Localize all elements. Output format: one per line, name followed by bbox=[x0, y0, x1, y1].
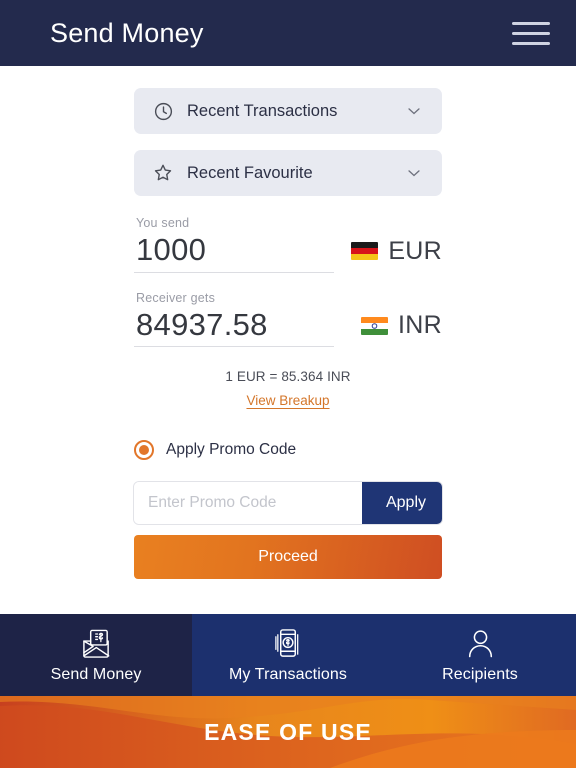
app-screen: Send Money Recent Transactions Recent Fa… bbox=[0, 0, 576, 768]
receive-amount-row: Receiver gets 84937.58 INR bbox=[134, 287, 442, 348]
bottom-navigation: Send Money My Transactions Recipients bbox=[0, 614, 576, 696]
nav-label-send-money: Send Money bbox=[50, 665, 142, 683]
receive-amount-input[interactable] bbox=[134, 304, 336, 345]
send-currency-code: EUR bbox=[388, 236, 442, 265]
nav-label-recipients: Recipients bbox=[442, 665, 518, 683]
banner-text: EASE OF USE bbox=[204, 718, 372, 745]
recent-favourite-label: Recent Favourite bbox=[187, 163, 313, 182]
nav-item-recipients[interactable]: Recipients bbox=[384, 614, 576, 696]
hamburger-menu-icon[interactable] bbox=[512, 19, 550, 47]
send-currency-selector[interactable]: EUR bbox=[351, 237, 442, 273]
receive-amount-underline bbox=[134, 346, 334, 348]
view-breakup-link[interactable]: View Breakup bbox=[246, 393, 329, 408]
nav-item-send-money[interactable]: Send Money bbox=[0, 614, 192, 696]
clock-icon bbox=[152, 100, 174, 122]
send-amount-underline bbox=[134, 271, 334, 273]
chevron-down-icon bbox=[404, 163, 424, 183]
india-flag-icon bbox=[361, 316, 389, 335]
promo-code-input[interactable] bbox=[134, 482, 362, 525]
recent-transactions-dropdown[interactable]: Recent Transactions bbox=[134, 88, 442, 134]
apply-promo-button[interactable]: Apply bbox=[362, 482, 442, 525]
exchange-rate-section: 1 EUR = 85.364 INR View Breakup bbox=[0, 369, 576, 410]
recent-transactions-label: Recent Transactions bbox=[187, 101, 338, 120]
recent-favourite-dropdown[interactable]: Recent Favourite bbox=[134, 150, 442, 196]
chevron-down-icon bbox=[404, 101, 424, 121]
nav-label-my-transactions: My Transactions bbox=[229, 665, 347, 683]
main-content: Recent Transactions Recent Favourite You… bbox=[0, 66, 576, 614]
mobile-payment-icon bbox=[273, 627, 303, 661]
app-header: Send Money bbox=[0, 0, 576, 66]
promo-code-row: Apply bbox=[134, 482, 442, 525]
send-amount-input[interactable] bbox=[134, 230, 336, 270]
receive-currency-selector[interactable]: INR bbox=[361, 311, 442, 347]
nav-item-my-transactions[interactable]: My Transactions bbox=[192, 614, 384, 696]
envelope-money-icon bbox=[80, 627, 113, 661]
hamburger-bar bbox=[512, 41, 550, 45]
send-amount-label: You send bbox=[136, 216, 190, 230]
apply-promo-code-radio[interactable]: Apply Promo Code bbox=[134, 440, 442, 461]
exchange-rate-text: 1 EUR = 85.364 INR bbox=[225, 369, 351, 385]
send-amount-row: You send EUR bbox=[134, 212, 442, 273]
star-icon bbox=[152, 162, 174, 184]
proceed-button[interactable]: Proceed bbox=[134, 535, 442, 580]
receive-amount-label: Receiver gets bbox=[136, 290, 216, 305]
amount-converter: You send EUR bbox=[134, 212, 442, 348]
apply-promo-code-label: Apply Promo Code bbox=[166, 441, 297, 459]
radio-button-selected-icon bbox=[134, 440, 154, 461]
person-icon bbox=[467, 627, 494, 661]
page-title: Send Money bbox=[50, 17, 204, 48]
hamburger-bar bbox=[512, 31, 550, 35]
germany-flag-icon bbox=[351, 242, 379, 261]
hamburger-bar bbox=[512, 21, 550, 25]
promo-banner: EASE OF USE bbox=[0, 696, 576, 768]
receive-currency-code: INR bbox=[398, 311, 442, 340]
